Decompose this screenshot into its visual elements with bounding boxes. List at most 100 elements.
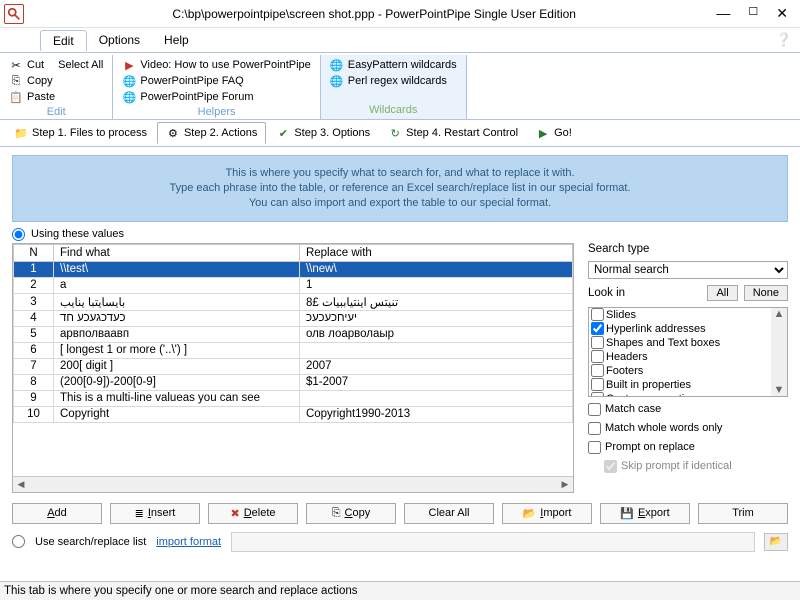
table-row[interactable]: 9This is a multi-line valueas you can se… — [14, 390, 573, 406]
save-icon: 💾 — [620, 507, 634, 520]
table-row[interactable]: 8(200[0-9])-200[0-9]$1-2007 — [14, 374, 573, 390]
play-icon: ▶ — [122, 58, 136, 72]
checklist-icon: ✔ — [276, 126, 290, 140]
scissors-icon: ✂ — [9, 58, 23, 72]
lookin-checkbox[interactable] — [591, 322, 604, 335]
lookin-item[interactable]: Hyperlink addresses — [589, 322, 787, 336]
search-type-label: Search type — [588, 243, 788, 255]
lookin-checkbox[interactable] — [591, 336, 604, 349]
delete-icon: ✖ — [230, 507, 239, 520]
globe-icon: 🌐 — [330, 74, 344, 88]
lookin-item[interactable]: Custom properties — [589, 392, 787, 397]
radio-using-values[interactable] — [12, 228, 25, 241]
import-format-link[interactable]: import format — [156, 536, 221, 548]
table-row[interactable]: 2a1 — [14, 277, 573, 293]
perlregex-link[interactable]: 🌐Perl regex wildcards — [327, 73, 460, 89]
menu-edit[interactable]: Edit — [40, 30, 87, 51]
tab-go[interactable]: ▶Go! — [528, 123, 580, 143]
window-title: C:\bp\powerpointpipe\screen shot.ppp - P… — [32, 7, 716, 21]
scroll-down-icon[interactable]: ▼ — [774, 384, 785, 396]
action-bar: Add ≣Insert ✖Delete ⎘Copy Clear All 📂Imp… — [0, 497, 800, 530]
lookin-none-button[interactable]: None — [744, 285, 788, 301]
browse-file-button[interactable]: 📂 — [764, 533, 788, 551]
faq-link[interactable]: 🌐PowerPointPipe FAQ — [119, 73, 313, 89]
whole-words-checkbox[interactable] — [588, 422, 601, 435]
lookin-checkbox[interactable] — [591, 364, 604, 377]
globe-icon: 🌐 — [122, 90, 136, 104]
paste-button[interactable]: 📋Paste — [6, 89, 106, 105]
add-button[interactable]: Add — [12, 503, 102, 524]
lookin-checkbox[interactable] — [591, 392, 604, 397]
ribbon: ✂Cut Select All ⎘Copy 📋Paste Edit ▶Video… — [0, 52, 800, 119]
ribbon-group-label: Helpers — [119, 106, 313, 118]
import-button[interactable]: 📂Import — [502, 503, 592, 524]
tab-files[interactable]: 📁Step 1. Files to process — [6, 123, 155, 143]
side-panel: Search type Normal search Look in All No… — [588, 243, 788, 493]
prompt-replace-checkbox[interactable] — [588, 441, 601, 454]
lookin-checkbox[interactable] — [591, 350, 604, 363]
table-row[interactable]: 1\\test\\\new\ — [14, 261, 573, 277]
lookin-checkbox[interactable] — [591, 378, 604, 391]
search-type-select[interactable]: Normal search — [588, 261, 788, 279]
table-row[interactable]: 6[ longest 1 or more ('..\') ] — [14, 342, 573, 358]
globe-icon: 🌐 — [330, 58, 344, 72]
video-link[interactable]: ▶Video: How to use PowerPointPipe — [119, 57, 313, 73]
match-case-checkbox[interactable] — [588, 403, 601, 416]
copy-button[interactable]: ⎘Copy — [6, 73, 106, 89]
delete-button[interactable]: ✖Delete — [208, 503, 298, 524]
lookin-checkbox[interactable] — [591, 308, 604, 321]
globe-icon: 🌐 — [122, 74, 136, 88]
folder-open-icon: 📂 — [523, 507, 537, 520]
radio-using-values-label: Using these values — [31, 228, 124, 240]
insert-button[interactable]: ≣Insert — [110, 503, 200, 524]
lookin-all-button[interactable]: All — [707, 285, 737, 301]
minimize-button[interactable]: — — [716, 5, 730, 22]
menu-options[interactable]: Options — [87, 30, 152, 50]
status-bar: This tab is where you specify one or mor… — [0, 581, 800, 600]
col-replace[interactable]: Replace with — [299, 244, 572, 261]
col-n[interactable]: N — [14, 244, 54, 261]
trim-button[interactable]: Trim — [698, 503, 788, 524]
skip-prompt-checkbox — [604, 460, 617, 473]
table-row[interactable]: 7200[ digit ]2007 — [14, 358, 573, 374]
ribbon-group-label: Wildcards — [327, 104, 460, 116]
select-all-button[interactable]: Select All — [55, 57, 106, 73]
folder-icon: 📁 — [14, 126, 28, 140]
scroll-up-icon[interactable]: ▲ — [774, 308, 785, 320]
maximize-button[interactable]: ☐ — [748, 5, 758, 22]
cut-button[interactable]: ✂Cut — [6, 57, 47, 73]
table-row[interactable]: 5арвполваавполв лоарволаыр — [14, 326, 573, 342]
clear-all-button[interactable]: Clear All — [404, 503, 494, 524]
tab-actions[interactable]: ⚙Step 2. Actions — [157, 122, 266, 144]
table-row[interactable]: 3بايسايتبا ينايبتنيتس اينتياببيات £8 — [14, 293, 573, 310]
lookin-item[interactable]: Built in properties — [589, 378, 787, 392]
radio-use-list-label: Use search/replace list — [35, 536, 146, 548]
tab-options[interactable]: ✔Step 3. Options — [268, 123, 378, 143]
copy-row-button[interactable]: ⎘Copy — [306, 503, 396, 524]
scroll-right-icon[interactable]: ▶ — [557, 477, 573, 493]
forum-link[interactable]: 🌐PowerPointPipe Forum — [119, 89, 313, 105]
lookin-item[interactable]: Shapes and Text boxes — [589, 336, 787, 350]
easypattern-link[interactable]: 🌐EasyPattern wildcards — [327, 57, 460, 73]
col-find[interactable]: Find what — [54, 244, 300, 261]
ribbon-group-label: Edit — [6, 106, 106, 118]
menu-help[interactable]: Help — [152, 30, 201, 50]
paste-icon: 📋 — [9, 90, 23, 104]
lookin-item[interactable]: Footers — [589, 364, 787, 378]
export-button[interactable]: 💾Export — [600, 503, 690, 524]
lookin-list: SlidesHyperlink addressesShapes and Text… — [588, 307, 788, 397]
ribbon-group-edit: ✂Cut Select All ⎘Copy 📋Paste Edit — [0, 55, 113, 119]
help-icon[interactable]: ❔ — [776, 32, 792, 48]
lookin-item[interactable]: Headers — [589, 350, 787, 364]
horizontal-scrollbar[interactable]: ◀▶ — [13, 476, 573, 492]
close-button[interactable]: ✕ — [776, 5, 788, 22]
lookin-item[interactable]: Slides — [589, 308, 787, 322]
app-logo-icon — [4, 4, 24, 24]
table-row[interactable]: 4כעדכגעכע חדיעיחכעכעכ — [14, 310, 573, 326]
list-path-input[interactable] — [231, 532, 755, 552]
radio-use-list[interactable] — [12, 535, 25, 548]
tab-restart[interactable]: ↻Step 4. Restart Control — [380, 123, 526, 143]
table-row[interactable]: 10CopyrightCopyright1990-2013 — [14, 406, 573, 422]
scroll-left-icon[interactable]: ◀ — [13, 477, 29, 493]
lookin-label: Look in — [588, 287, 701, 299]
